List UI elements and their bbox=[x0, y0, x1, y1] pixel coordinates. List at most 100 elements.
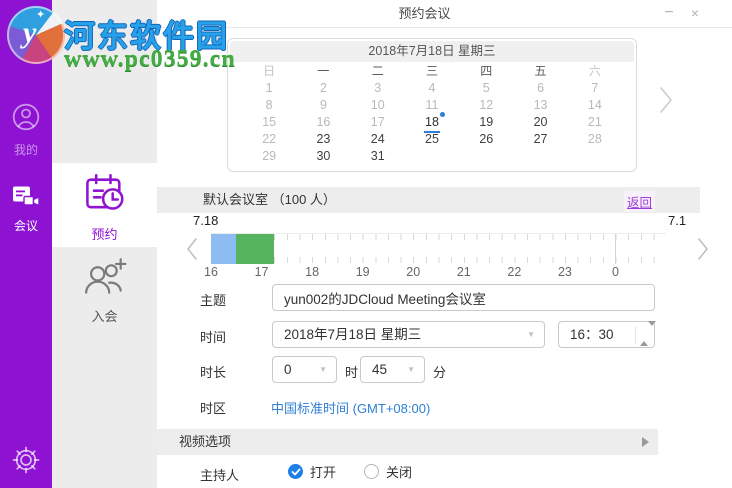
calendar-day[interactable]: 5 bbox=[459, 80, 513, 97]
calendar-dow: 一 bbox=[317, 64, 330, 78]
time-label: 时间 bbox=[200, 330, 227, 345]
calendar-dow: 三 bbox=[425, 64, 438, 78]
chevron-down-icon: ▼ bbox=[319, 365, 327, 374]
meeting-video-icon bbox=[13, 186, 40, 207]
calendar-dow: 日 bbox=[263, 64, 276, 78]
tab-book-meeting[interactable]: 预约 bbox=[52, 163, 157, 247]
calendar-day[interactable]: 26 bbox=[459, 131, 513, 148]
host-option-off[interactable]: 关闭 bbox=[364, 462, 412, 481]
timeline-hour-labels: 16 17 18 19 20 21 22 23 0 bbox=[204, 265, 666, 281]
tab-join-meeting[interactable]: 入会 bbox=[52, 250, 157, 334]
primary-sidebar: 我的 会议 bbox=[0, 0, 52, 488]
calendar-panel: 2018年7月18日 星期三 日一二三四五六 1 2 3 4 5 6 7 8 9 10 11 12 13… bbox=[227, 38, 637, 172]
calendar-day[interactable]: 7 bbox=[568, 80, 622, 97]
window-title: 预约会议 bbox=[398, 6, 451, 21]
calendar-day[interactable]: 28 bbox=[568, 131, 622, 148]
sidebar-item-mine[interactable]: 我的 bbox=[0, 102, 52, 158]
calendar-day[interactable]: 15 bbox=[242, 114, 296, 131]
calendar-day[interactable]: 11 bbox=[405, 97, 459, 114]
tab-label: 入会 bbox=[91, 309, 118, 324]
calendar-day[interactable]: 19 bbox=[459, 114, 513, 131]
calendar-day[interactable]: 12 bbox=[459, 97, 513, 114]
date-select[interactable]: 2018年7月18日 星期三 ▼ bbox=[272, 321, 545, 348]
sidebar-item-label: 我的 bbox=[13, 143, 38, 157]
spinner-arrows[interactable] bbox=[635, 321, 656, 346]
radio-unchecked-icon bbox=[364, 464, 380, 479]
calendar-day bbox=[459, 148, 513, 165]
calendar-day[interactable]: 16 bbox=[296, 114, 350, 131]
calendar-day[interactable]: 17 bbox=[351, 114, 405, 131]
sidebar-item-meeting[interactable]: 会议 bbox=[0, 184, 52, 234]
calendar-clock-icon bbox=[85, 174, 124, 210]
room-title: 默认会议室 （100 人） bbox=[203, 192, 336, 207]
calendar-day[interactable]: 25 bbox=[405, 131, 459, 148]
time-spinner-value: 16：30 bbox=[570, 327, 614, 342]
duration-hours-select[interactable]: 0 ▼ bbox=[272, 356, 337, 383]
calendar-day[interactable]: 10 bbox=[351, 97, 405, 114]
timeline-hour-label: 20 bbox=[406, 265, 421, 279]
room-header-bar: 默认会议室 （100 人） 返回 bbox=[157, 187, 700, 213]
timeline-right-date: 7.1 bbox=[668, 213, 687, 228]
video-options-bar[interactable]: 视频选项 bbox=[157, 429, 658, 455]
calendar-day[interactable]: 4 bbox=[405, 80, 459, 97]
timeline-hour-label: 16 bbox=[204, 265, 218, 279]
radio-checked-icon bbox=[288, 464, 303, 479]
timeline-prev-button[interactable] bbox=[186, 237, 198, 266]
chevron-right-icon bbox=[698, 238, 708, 260]
calendar-day[interactable]: 29 bbox=[242, 148, 296, 165]
timeline-hour-label: 18 bbox=[305, 265, 320, 279]
calendar-day[interactable]: 9 bbox=[296, 97, 350, 114]
timezone-link[interactable]: 中国标准时间 (GMT+08:00) bbox=[271, 398, 430, 417]
host-option-on[interactable]: 打开 bbox=[288, 462, 336, 481]
calendar-day[interactable]: 2 bbox=[296, 80, 350, 97]
calendar-day[interactable]: 6 bbox=[513, 80, 567, 97]
timeline-hour-label: 19 bbox=[355, 265, 370, 279]
close-button[interactable]: × bbox=[684, 2, 706, 24]
timeline-segment-selected bbox=[236, 234, 275, 264]
calendar-day[interactable]: 8 bbox=[242, 97, 296, 114]
timeline-ticks-bottom bbox=[211, 257, 666, 263]
minimize-button[interactable]: − bbox=[658, 2, 680, 24]
timeline-hour-label: 0 bbox=[611, 265, 619, 279]
chevron-left-icon bbox=[187, 238, 197, 260]
selected-day-dot bbox=[439, 112, 445, 117]
calendar-day[interactable]: 18 bbox=[405, 112, 459, 133]
timeline-bar[interactable] bbox=[211, 233, 666, 264]
calendar-day bbox=[405, 148, 459, 165]
duration-label: 时长 bbox=[200, 365, 227, 380]
topic-label: 主题 bbox=[200, 293, 227, 308]
calendar-day[interactable]: 22 bbox=[242, 131, 296, 148]
timeline-next-button[interactable] bbox=[697, 237, 709, 266]
back-link[interactable]: 返回 bbox=[623, 191, 655, 212]
timeline-hour-label: 23 bbox=[557, 265, 572, 279]
calendar-day[interactable]: 20 bbox=[513, 114, 567, 131]
app-window: 预约会议 − × 我的 会议 预约 入会 2018年7月18日 星期三 日 一 … bbox=[0, 0, 732, 488]
calendar-day[interactable]: 13 bbox=[513, 97, 567, 114]
calendar-dow: 六 bbox=[588, 64, 601, 78]
calendar-day[interactable]: 1 bbox=[242, 80, 296, 97]
time-spinner[interactable]: 16：30 bbox=[558, 321, 656, 348]
topic-input[interactable] bbox=[272, 284, 655, 311]
calendar-day[interactable]: 23 bbox=[296, 131, 350, 148]
calendar-day[interactable]: 3 bbox=[351, 80, 405, 97]
timeline-left-date: 7.18 bbox=[193, 213, 219, 228]
calendar-day[interactable]: 14 bbox=[568, 97, 622, 114]
calendar-day[interactable]: 21 bbox=[568, 114, 622, 131]
join-people-icon bbox=[84, 258, 126, 294]
settings-button[interactable] bbox=[11, 445, 41, 475]
calendar-day[interactable]: 30 bbox=[296, 148, 350, 165]
chevron-down-icon: ▼ bbox=[527, 330, 535, 339]
chevron-right-icon bbox=[660, 87, 672, 113]
host-option-label: 打开 bbox=[310, 465, 337, 480]
calendar-day[interactable]: 24 bbox=[351, 131, 405, 148]
calendar-dow: 五 bbox=[534, 64, 547, 78]
timeline-hour-label: 17 bbox=[254, 265, 269, 279]
calendar-day[interactable]: 27 bbox=[513, 131, 567, 148]
tab-label: 预约 bbox=[91, 227, 118, 242]
calendar-grid: 1 2 3 4 5 6 7 8 9 10 11 12 13 14 15 16 17 18 19 20 21 22 23 24 2… bbox=[242, 80, 622, 165]
calendar-day[interactable]: 31 bbox=[351, 148, 405, 165]
calendar-next-month-button[interactable] bbox=[659, 85, 674, 120]
duration-minutes-select[interactable]: 45 ▼ bbox=[360, 356, 425, 383]
calendar-day bbox=[513, 148, 567, 165]
calendar-title: 2018年7月18日 星期三 bbox=[230, 41, 634, 62]
